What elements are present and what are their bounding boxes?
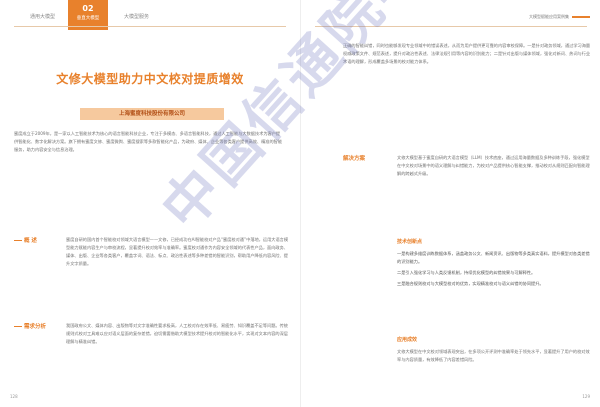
- innovation-list: 一是构建多维度训练数据体系，涵盖政务公文、新闻资讯、出版物等多类真实语料，提升模…: [397, 250, 591, 291]
- impact-subheading: 应用成效: [397, 337, 418, 343]
- needs-section-label: 需求分析: [14, 322, 46, 330]
- company-name-banner: 上海蜜度科技股份有限公司: [80, 108, 224, 120]
- running-header: 大模型赋能应用案例集: [529, 14, 590, 20]
- page-number-left: 128: [10, 394, 18, 399]
- page-number-right: 129: [582, 394, 590, 399]
- header-divider: [14, 26, 286, 27]
- case-title: 文修大模型助力中文校对提质增效: [56, 72, 244, 86]
- solution-section-label: 解决方案: [343, 156, 366, 162]
- innovation-subheading: 技术创新点: [397, 239, 423, 245]
- continued-paragraph: 正确的智能纠错，同时也能够发现专业领域中的错误表述，从而为用户提供更可靠的内容审…: [343, 43, 591, 64]
- right-page: 大模型赋能应用案例集 正确的智能纠错，同时也能够发现专业领域中的错误表述，从而为…: [300, 0, 600, 407]
- impact-paragraph: 文修大模型在中文校对领域表现突出，在多项公开评测中准确率处于领先水平，显著提升了…: [397, 349, 590, 362]
- nav-tab-number: 02: [82, 4, 94, 13]
- overview-section-label: 概 述: [14, 236, 37, 244]
- solution-paragraph: 文修大模型基于蜜度自研的大语言模型（LLM）技术底座，通过运用海量数据及多种训练…: [397, 155, 590, 176]
- nav-tab-label: 垂直大模型: [76, 16, 100, 21]
- company-intro-paragraph: 蜜度成立于2009年，是一家以人工智能技术为核心的语言智能科技企业，专注于多模态…: [14, 131, 283, 152]
- header-divider: [315, 26, 587, 27]
- list-item: 三是融合规则校对与大模型校对的优势，实现精准校对与语义纠错的协同提升。: [397, 281, 544, 286]
- header-accent-bar: [572, 16, 590, 18]
- needs-paragraph: 我国政府公文、媒体内容、出版物等对文字准确性要求极高，人工校对存在效率低、易疲劳…: [66, 323, 288, 344]
- document-spread: 通用大模型 02 垂直大模型 大模型服务 文修大模型助力中文校对提质增效 上海蜜…: [0, 0, 600, 407]
- overview-paragraph: 蜜度自研的国内首个智能校对领域大语言模型——文修，已经成功在AI智能校对产品“蜜…: [66, 237, 289, 266]
- nav-tab-general-model: 通用大模型: [30, 14, 56, 20]
- section-dash: [14, 326, 22, 327]
- list-item: 二是引入强化学习与人类反馈机制，持续优化模型的纠错效果与可解释性。: [397, 270, 536, 275]
- nav-tab-model-service: 大模型服务: [124, 14, 150, 20]
- left-page: 通用大模型 02 垂直大模型 大模型服务 文修大模型助力中文校对提质增效 上海蜜…: [0, 0, 300, 407]
- top-navigation: 通用大模型 02 垂直大模型 大模型服务: [30, 0, 290, 30]
- list-item: 一是构建多维度训练数据体系，涵盖政务公文、新闻资讯、出版物等多类真实语料，提升模…: [397, 251, 590, 264]
- section-dash: [14, 240, 22, 241]
